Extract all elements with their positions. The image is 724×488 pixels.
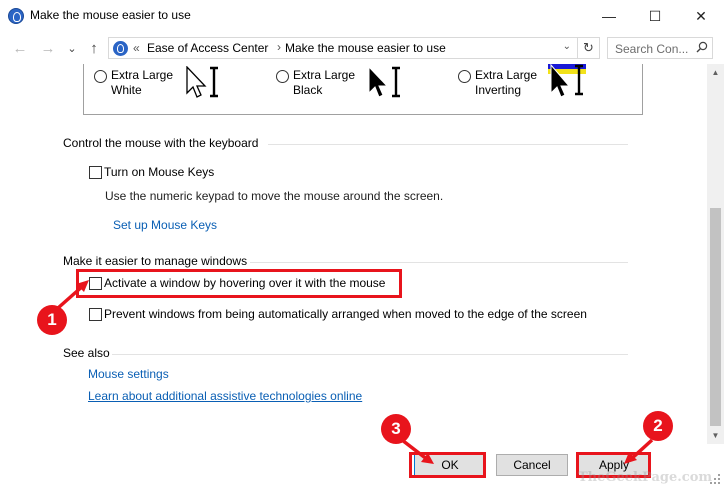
step-badge-3: 3 (381, 414, 411, 444)
scroll-up-button[interactable]: ▲ (707, 64, 724, 81)
forward-button[interactable]: → (38, 38, 58, 58)
highlight-hover-activate (76, 269, 402, 298)
control-panel-icon (8, 8, 24, 24)
radio-extra-large-black[interactable] (276, 70, 289, 83)
breadcrumb-separator[interactable]: › (277, 40, 281, 54)
navigation-bar: ← → ⌄ ↑ « Ease of Access Center › Make t… (0, 32, 724, 64)
pointer-label: Extra Large Black (293, 68, 356, 97)
step-badge-2: 2 (643, 411, 673, 441)
section-divider (250, 262, 628, 263)
address-dropdown-icon[interactable]: ⌄ (563, 41, 571, 52)
breadcrumb-ease-of-access[interactable]: Ease of Access Center (147, 41, 268, 55)
search-placeholder: Search Con... (615, 42, 689, 56)
recent-locations-button[interactable]: ⌄ (62, 38, 82, 58)
content-pane: Extra Large White Extra Large Black Extra … (0, 64, 707, 438)
breadcrumb-current-page[interactable]: Make the mouse easier to use (285, 41, 446, 55)
title-bar: Make the mouse easier to use — ☐ ✕ (0, 0, 724, 32)
mouse-keys-label[interactable]: Turn on Mouse Keys (104, 165, 214, 179)
highlight-ok-button (409, 452, 486, 478)
scroll-down-button[interactable]: ▼ (707, 427, 724, 444)
scrollbar-thumb[interactable] (710, 208, 721, 426)
windows-section-title: Make it easier to manage windows (63, 254, 248, 268)
window-title: Make the mouse easier to use (30, 8, 191, 22)
close-button[interactable]: ✕ (678, 0, 724, 32)
resize-grip-icon[interactable] (708, 472, 722, 486)
mouse-settings-link[interactable]: Mouse settings (88, 367, 169, 381)
mouse-keys-checkbox[interactable] (89, 166, 102, 179)
control-panel-icon (113, 41, 128, 56)
prevent-arrange-label[interactable]: Prevent windows from being automatically… (104, 307, 587, 321)
prevent-arrange-checkbox[interactable] (89, 308, 102, 321)
address-bar[interactable]: « Ease of Access Center › Make the mouse… (108, 37, 578, 59)
vertical-scrollbar[interactable]: ▲ ▼ (707, 64, 724, 444)
assistive-technologies-link[interactable]: Learn about additional assistive technol… (88, 389, 362, 403)
inverting-arrow-cursor-icon (548, 64, 586, 98)
search-input[interactable]: Search Con... (607, 37, 713, 59)
pointer-label: Extra Large Inverting (475, 68, 538, 97)
setup-mouse-keys-link[interactable]: Set up Mouse Keys (113, 218, 217, 232)
pointer-scheme-group: Extra Large White Extra Large Black Extra … (83, 64, 643, 115)
refresh-button[interactable]: ↻ (578, 37, 600, 59)
pointer-label: Extra Large White (111, 68, 174, 97)
see-also-title: See also (63, 346, 110, 360)
back-button[interactable]: ← (10, 38, 30, 58)
section-divider (268, 144, 628, 145)
search-icon (696, 41, 708, 53)
radio-extra-large-inverting[interactable] (458, 70, 471, 83)
white-arrow-cursor-icon (186, 66, 218, 98)
section-divider (112, 354, 628, 355)
keyboard-section-title: Control the mouse with the keyboard (63, 136, 259, 150)
watermark: TheGeekPage.com (578, 470, 713, 485)
black-arrow-cursor-icon (368, 66, 400, 98)
maximize-button[interactable]: ☐ (632, 0, 678, 32)
minimize-button[interactable]: — (586, 0, 632, 32)
address-overflow-chevron[interactable]: « (133, 41, 140, 55)
cancel-button[interactable]: Cancel (496, 454, 568, 476)
mouse-keys-description: Use the numeric keypad to move the mouse… (105, 189, 444, 203)
step-badge-1: 1 (37, 305, 67, 335)
up-button[interactable]: ↑ (84, 38, 104, 58)
radio-extra-large-white[interactable] (94, 70, 107, 83)
